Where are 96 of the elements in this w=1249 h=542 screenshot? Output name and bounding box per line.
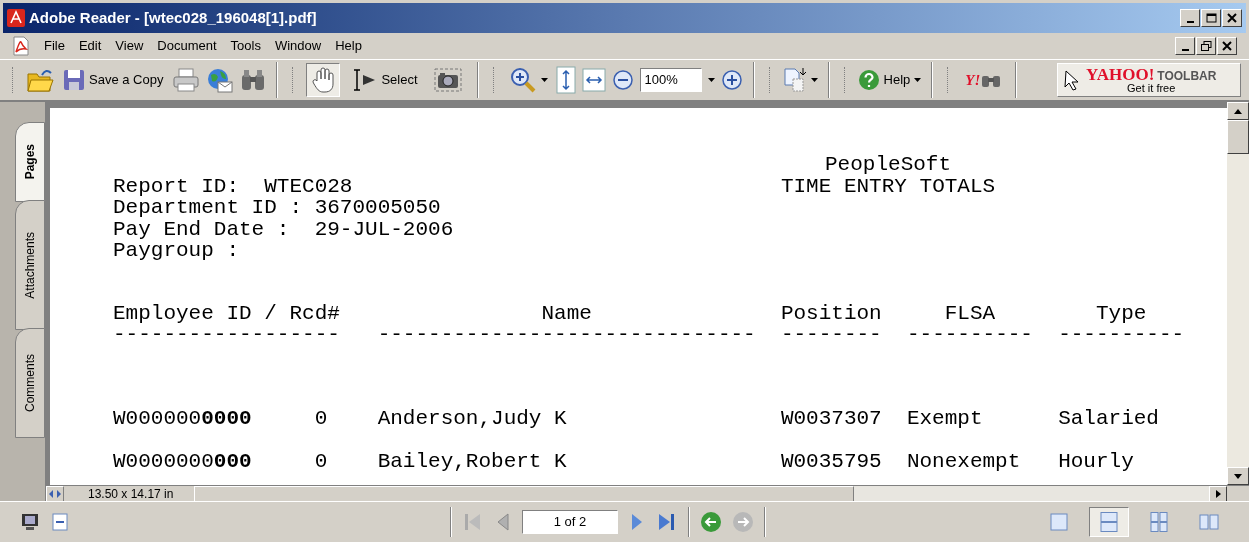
down-arrow-icon [1234,473,1242,479]
menu-item[interactable]: Edit [78,36,102,56]
minimize-icon [1186,21,1194,23]
zoom-out-icon[interactable] [611,69,634,91]
view-mode-button[interactable] [1089,507,1129,537]
back-icon[interactable] [700,511,722,533]
minimize-document-button[interactable] [1175,37,1195,55]
zoom-field[interactable]: 100% [639,68,702,92]
table-cell: Hourly [1058,449,1134,473]
report-field: Department ID : 3670005050 [113,197,781,219]
scroll-thumb[interactable] [1227,120,1249,154]
close-icon [1221,41,1233,51]
up-arrow-icon [1234,108,1242,114]
report-field: Paygroup : [113,240,781,262]
fit-page-icon[interactable] [555,66,576,94]
scroll-up-button[interactable] [1227,102,1249,120]
help-icon [857,69,880,91]
hand-icon [311,67,336,93]
caret-icon [810,78,818,82]
scroll-right-button[interactable] [1209,486,1227,502]
caret-icon [914,78,922,82]
app-icon [7,9,25,27]
page-number-field[interactable]: 1 of 2 [522,510,618,534]
column-header: Position [780,302,882,324]
hand-tool-button[interactable] [306,63,341,97]
select-tool-button[interactable]: Select [346,63,423,97]
menu-item[interactable]: Help [335,36,362,56]
fit-width-icon[interactable] [581,68,606,92]
report-title: TIME ENTRY TOTALS [780,175,996,197]
table-cell: Nonexempt [906,449,1021,473]
caret-icon [540,78,548,82]
help-button[interactable]: Help [857,64,922,96]
page-window-icon[interactable] [50,513,70,531]
close-icon [1226,13,1238,23]
magnifier-icon [508,66,537,94]
column-header: Name [541,302,592,324]
zoom-in-icon[interactable] [720,69,743,91]
column-header: Employee ID / Rcd# [113,302,340,324]
restore-icon [1200,41,1212,51]
column-rule: ---------- [1058,324,1185,346]
navigation-tab[interactable]: Attachments [15,200,45,330]
right-arrow-icon [1215,490,1221,498]
page-layout-icon [1199,512,1219,532]
pages-icon [782,67,807,93]
close-button[interactable] [1222,9,1242,27]
printer-icon[interactable] [172,68,201,92]
report-field: Pay End Date : 29-JUL-2006 [113,218,781,240]
table-cell: Salaried [1058,406,1159,430]
restore-document-button[interactable] [1196,37,1216,55]
caret-icon[interactable] [707,78,715,82]
page-layout-icon [1049,512,1069,532]
open-folder-icon[interactable] [26,67,54,93]
table-cell: Bailey,Robert K [377,449,567,473]
report-field: Report ID: WTEC028 [113,175,781,197]
column-rule: ------------------ [113,324,340,346]
menu-item[interactable]: Tools [230,36,261,56]
table-cell: Exempt [906,406,983,430]
horizontal-scroll-thumb[interactable] [194,486,854,502]
menu-item[interactable]: File [44,36,65,56]
split-handle[interactable] [46,486,64,502]
menu-item[interactable]: View [115,36,144,56]
table-cell: W0000000000 [113,406,252,430]
column-header: FLSA [944,302,996,324]
table-cell: W0035795 [780,449,882,473]
split-arrows-icon [49,490,61,498]
maximize-button[interactable] [1201,9,1221,27]
window-title: Adobe Reader - [wtec028_196048[1].pdf] [29,7,318,28]
table-cell: 0 [314,449,328,473]
navigation-tab[interactable]: Pages [15,122,45,202]
vertical-scrollbar[interactable] [1227,102,1249,485]
table-cell: W0000000000 [113,449,252,473]
navigation-tab[interactable]: Comments [15,328,45,438]
monitor-icon[interactable] [20,513,40,531]
close-document-button[interactable] [1217,37,1237,55]
column-header: Type [1095,302,1147,324]
column-rule: ---------- [906,324,1033,346]
save-a-copy-button[interactable]: Save a Copy [60,64,167,96]
minimize-icon [1181,49,1189,51]
maximize-icon [1205,13,1217,23]
column-rule: ------------------------------ [377,324,756,346]
table-cell: W0037307 [780,406,882,430]
yahoo-toolbar-button[interactable]: YAHOO! TOOLBAR Get it free [1057,63,1241,97]
table-cell: 0 [314,406,328,430]
minimize-button[interactable] [1180,9,1200,27]
page-layout-icon [1149,512,1169,532]
column-rule: -------- [780,324,882,346]
menu-item[interactable]: Document [157,36,217,56]
pdf-document-icon [12,36,30,56]
page-layout-icon [1099,512,1119,532]
scroll-down-button[interactable] [1227,467,1249,485]
report-source: PeopleSoft [825,154,952,176]
table-cell: Anderson,Judy K [377,406,567,430]
menu-item[interactable]: Window [274,36,322,56]
camera-icon [433,68,462,92]
globe-envelope-icon[interactable] [206,67,235,93]
binoculars-icon[interactable] [240,69,267,91]
